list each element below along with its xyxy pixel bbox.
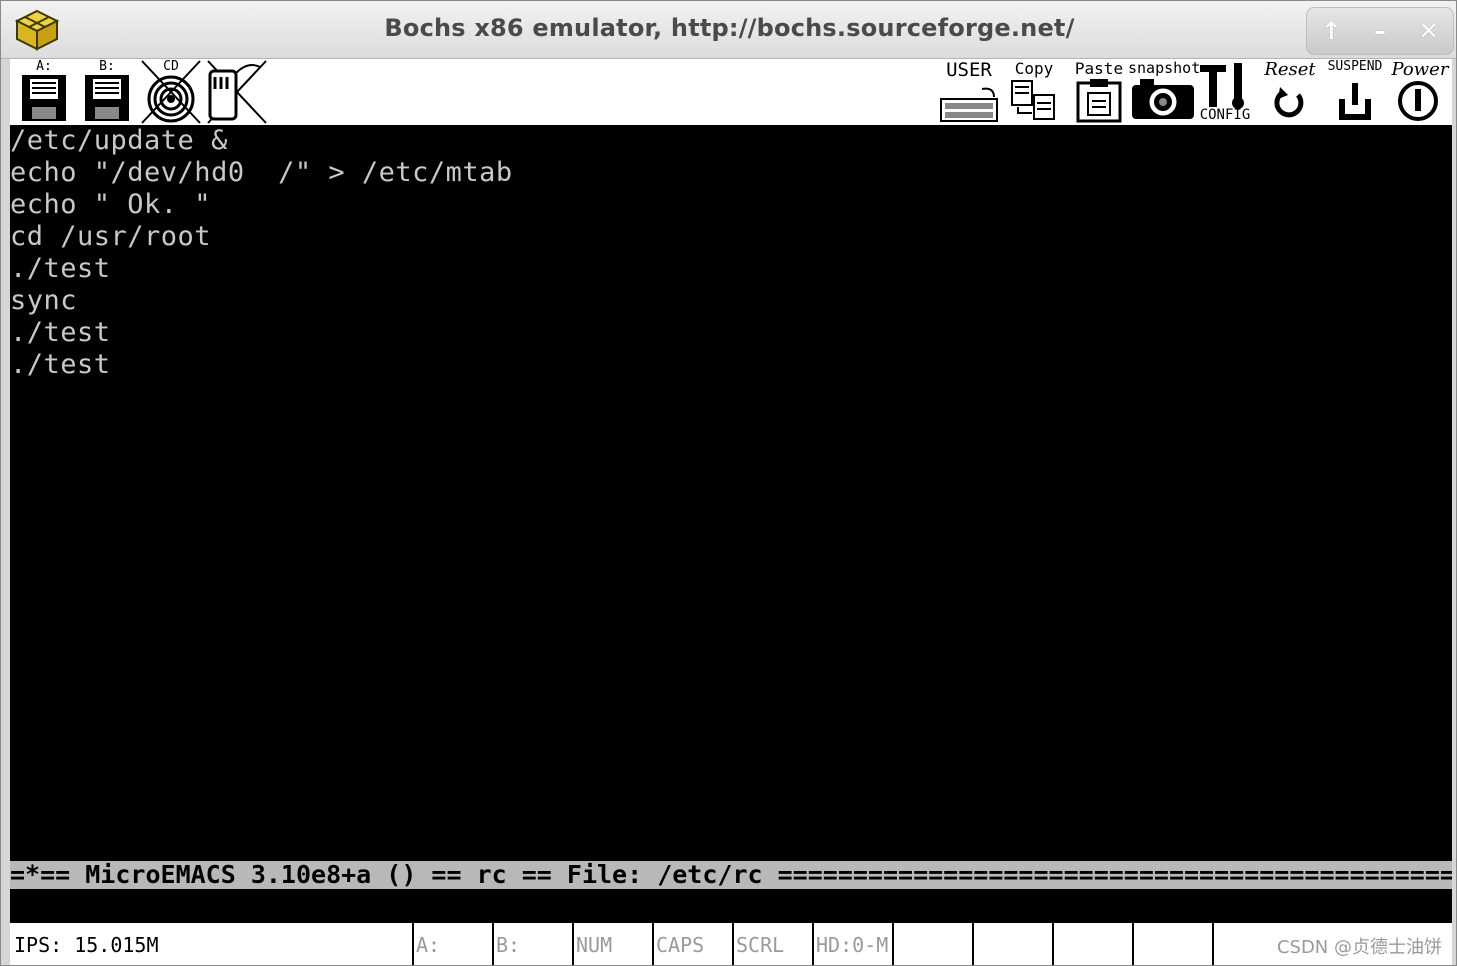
copy-label: Copy [1014,59,1054,78]
floppy-a-button[interactable]: A: [18,59,70,125]
title-bar[interactable]: Bochs x86 emulator, http://bochs.sourcef… [1,1,1456,59]
suspend-label: SUSPEND [1327,59,1383,74]
config-label: CONFIG [1199,107,1251,123]
status-empty-slot [972,923,1052,965]
modeline-area: =*== MicroEMACS 3.10e8+a () == rc == Fil… [10,858,1452,892]
status-caps-lock: CAPS [652,923,732,965]
window-title: Bochs x86 emulator, http://bochs.sourcef… [384,14,1075,42]
copy-icon [1011,80,1055,120]
close-button[interactable]: ✕ [1411,17,1447,45]
floppy-b-button[interactable]: B: [81,59,133,125]
cdrom-button[interactable]: CD [140,59,202,125]
suspend-button[interactable]: SUSPEND [1322,59,1388,125]
copy-button[interactable]: Copy [1004,59,1064,125]
console-line: ./test [10,253,111,284]
snapshot-button[interactable]: snapshot [1128,59,1200,125]
status-scroll-lock: SCRL [732,923,812,965]
bochs-window: Bochs x86 emulator, http://bochs.sourcef… [0,0,1457,966]
status-num-lock: NUM [572,923,652,965]
power-label: Power [1391,59,1449,80]
console-line: sync [10,285,78,316]
console-line: echo "/dev/hd0 /" > /etc/mtab [10,157,513,188]
user-button[interactable]: USER [938,59,1000,125]
paste-button[interactable]: Paste [1068,59,1130,125]
editor-minibuffer[interactable] [10,892,1452,923]
reset-button[interactable]: Reset [1258,59,1322,125]
tools-icon [1200,63,1244,109]
floppy-b-label: B: [99,59,115,74]
status-hard-disk: HD:0-M [812,923,892,965]
user-label: USER [946,59,992,81]
floppy-disk-icon [85,75,129,121]
suspend-icon [1339,83,1371,120]
mouse-capture-button[interactable] [204,59,268,125]
status-ips: IPS: 15.015M [14,933,159,957]
floppy-a-label: A: [36,59,52,74]
status-empty-slot [892,923,972,965]
console-line: ./test [10,349,111,380]
minimize-button[interactable]: – [1362,17,1398,45]
editor-modeline: =*== MicroEMACS 3.10e8+a () == rc == Fil… [10,861,1452,889]
console-line: ./test [10,317,111,348]
status-floppy-a: A: [412,923,492,965]
watermark: CSDN @贞德士油饼 [1276,937,1442,958]
config-button[interactable]: CONFIG [1196,59,1254,125]
console-line: cd /usr/root [10,221,212,252]
power-icon [1398,81,1438,121]
console-line: echo " Ok. " [10,189,212,220]
status-empty-slot [1052,923,1132,965]
reset-arrow-icon [1274,87,1304,118]
clipboard-icon [1076,79,1122,123]
mouse-disabled-icon [207,60,267,124]
status-floppy-b: B: [492,923,572,965]
status-bar: IPS: 15.015M A: B: NUM CAPS SCRL HD:0-M [10,923,1452,965]
camera-icon [1132,79,1194,119]
toolbar: A: B: CD USER Copy Paste snapshot CONFIG… [10,59,1452,125]
cdrom-disc-icon [141,60,201,124]
paste-label: Paste [1074,59,1124,78]
window-controls: ↑ – ✕ [1306,7,1454,55]
keyboard-icon [940,87,998,122]
floppy-disk-icon [22,75,66,121]
reset-label: Reset [1264,59,1316,80]
status-empty-slot [1132,923,1212,965]
emulator-screen[interactable]: /etc/update & echo "/dev/hd0 /" > /etc/m… [10,125,1452,858]
maximize-button[interactable]: ↑ [1313,17,1349,45]
console-line: /etc/update & [10,125,228,156]
power-button[interactable]: Power [1388,59,1452,125]
